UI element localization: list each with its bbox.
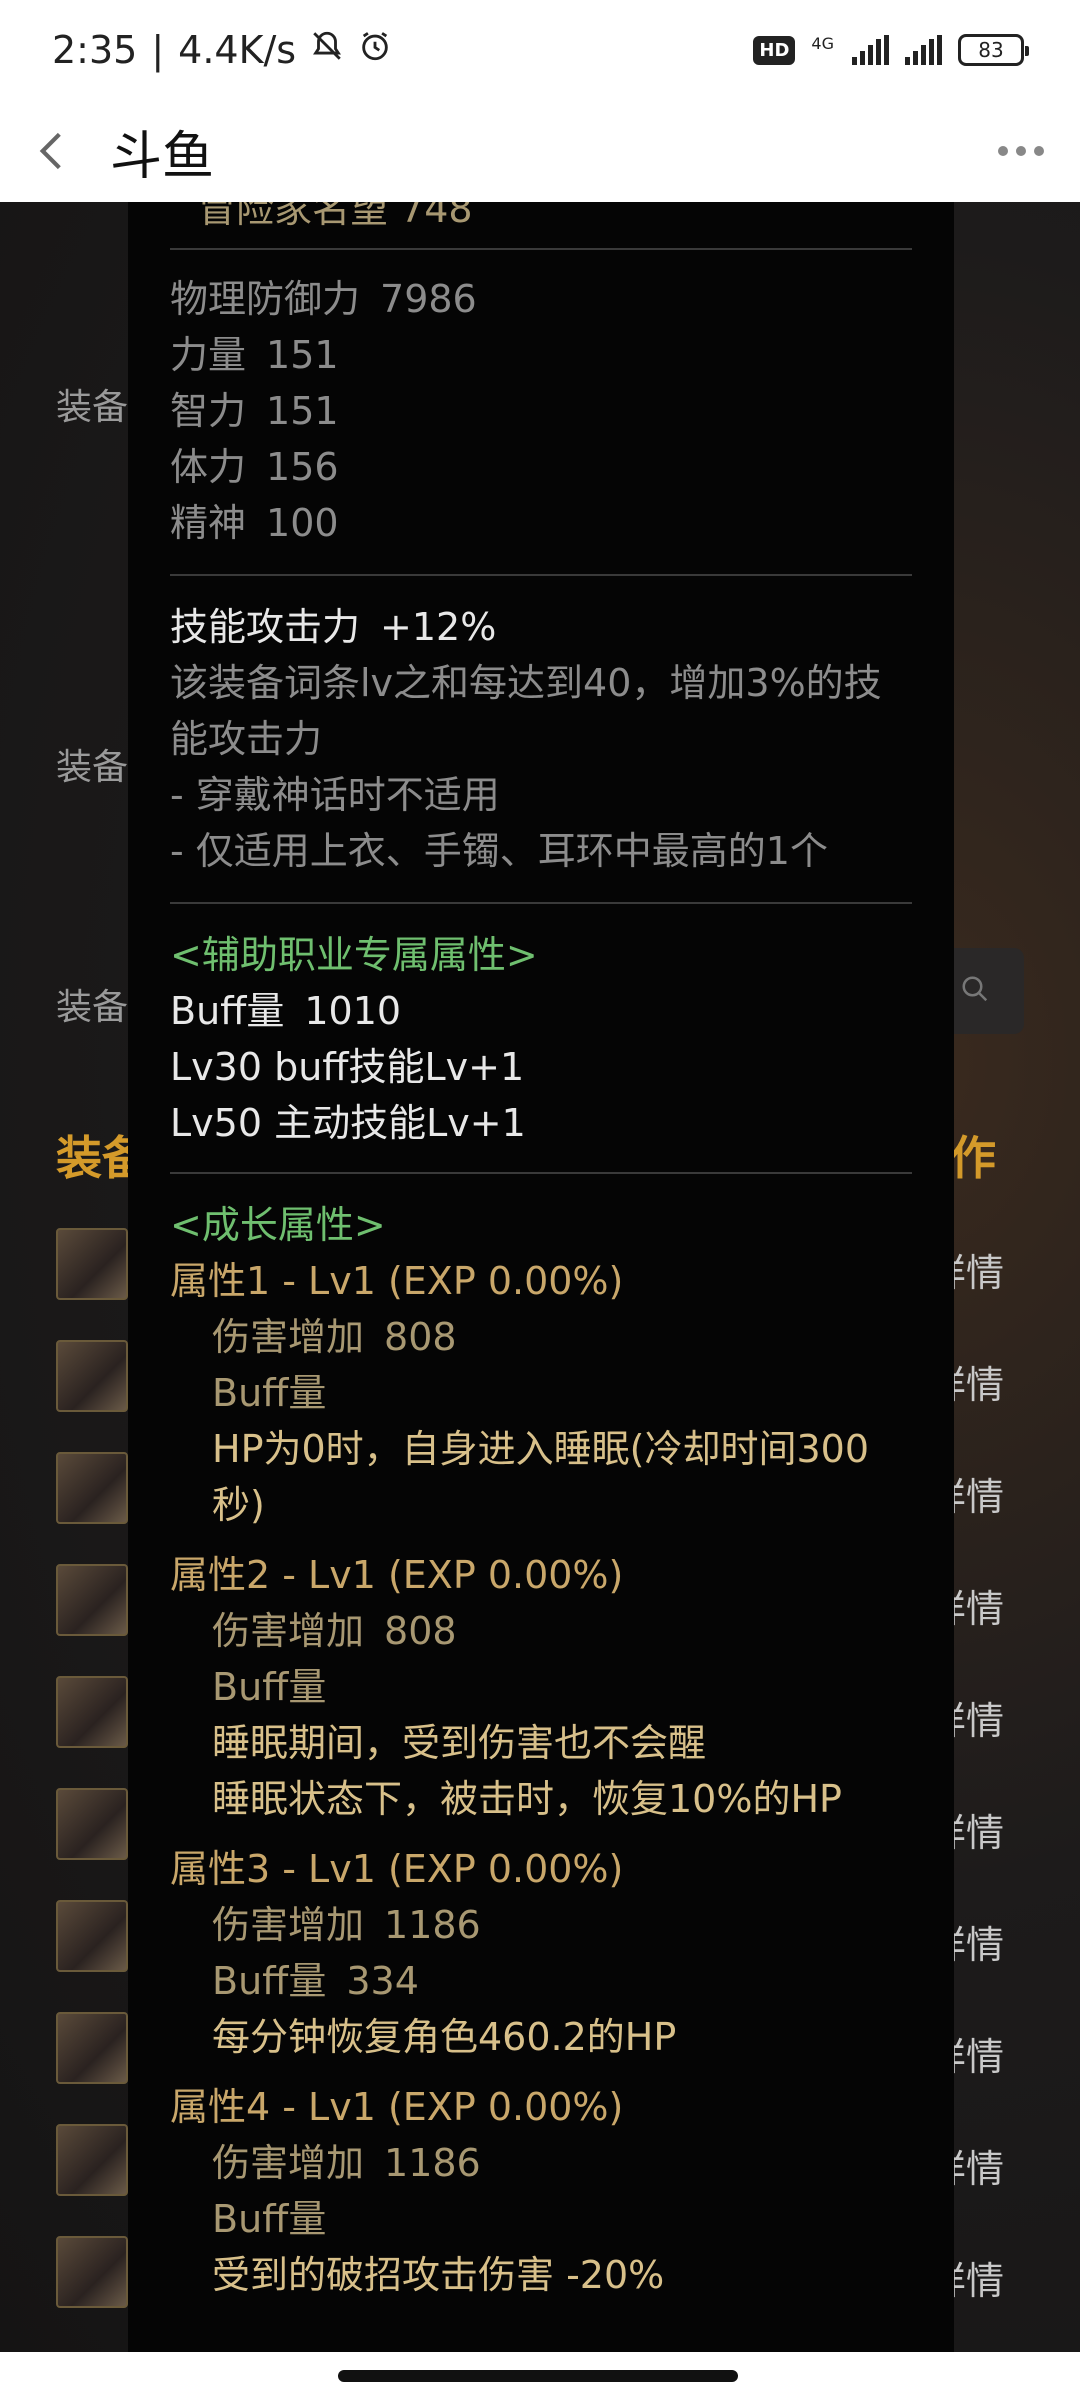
buff-amount-row: Buff量 1010 bbox=[170, 986, 401, 1036]
attr-desc: 睡眠期间，受到伤害也不会醒 bbox=[212, 1721, 707, 1765]
app-header: 斗鱼 bbox=[0, 100, 1080, 202]
stat-label: 智力 bbox=[170, 389, 247, 433]
buff-label: Buff量 bbox=[170, 989, 285, 1033]
attr-desc: 每分钟恢复角色460.2的HP bbox=[212, 2015, 677, 2059]
stat-row: 精神 100 bbox=[170, 498, 339, 548]
attr-damage-row: 伤害增加 1186 bbox=[212, 2138, 481, 2188]
divider bbox=[170, 248, 912, 250]
attr-buff-value: 334 bbox=[346, 1959, 419, 2003]
battery-icon: 83 bbox=[958, 34, 1029, 66]
attr-buff-label: Buff量 bbox=[212, 1959, 327, 2003]
bg-section-heading-right: 作 bbox=[950, 1131, 996, 1185]
signal-icon-2 bbox=[905, 35, 942, 65]
status-time: 2:35 bbox=[52, 28, 138, 72]
support-heading: <辅助职业专属属性> bbox=[170, 933, 538, 977]
growth-heading: <成长属性> bbox=[170, 1203, 386, 1247]
divider bbox=[170, 902, 912, 904]
attr-desc: 秒) bbox=[212, 1483, 265, 1527]
stat-value: 151 bbox=[266, 333, 339, 377]
attr-damage-value: 1186 bbox=[384, 1903, 481, 1947]
item-tooltip-panel: 冒险家名望 748 物理防御力 7986 力量 151 智力 151 体力 156 精神… bbox=[128, 202, 954, 2352]
skill-note-2: - 仅适用上衣、手镯、耳环中最高的1个 bbox=[170, 829, 828, 873]
stat-value: 100 bbox=[266, 501, 339, 545]
attr-title: 属性2 - Lv1 (EXP 0.00%) bbox=[170, 1553, 624, 1597]
equipment-icon[interactable] bbox=[56, 2236, 128, 2308]
attr-damage-row: 伤害增加 1186 bbox=[212, 1900, 481, 1950]
divider bbox=[170, 1172, 912, 1174]
battery-level: 83 bbox=[978, 38, 1004, 62]
attr-desc: HP为0时，自身进入睡眠(冷却时间300 bbox=[212, 1427, 870, 1471]
tooltip-top-cut-text: 冒险家名望 748 bbox=[198, 202, 473, 231]
bg-equip-label-1: 装备 bbox=[56, 387, 129, 428]
bg-equip-label-2: 装备 bbox=[56, 747, 129, 788]
stat-value: 151 bbox=[266, 389, 339, 433]
attr-title: 属性1 - Lv1 (EXP 0.00%) bbox=[170, 1259, 624, 1303]
attr-damage-value: 808 bbox=[384, 1315, 457, 1359]
skill-desc-line-2: 能攻击力 bbox=[170, 717, 323, 761]
equipment-icon[interactable] bbox=[56, 2124, 128, 2196]
attr-desc: 睡眠状态下，被击时，恢复10%的HP bbox=[212, 1777, 842, 1821]
home-indicator[interactable] bbox=[338, 2370, 738, 2382]
alarm-clock-icon bbox=[358, 28, 392, 72]
attr-damage-label: 伤害增加 bbox=[212, 2141, 365, 2185]
attr-damage-value: 1186 bbox=[384, 2141, 481, 2185]
equipment-icon[interactable] bbox=[56, 1452, 128, 1524]
attr-buff-row: Buff量 334 bbox=[212, 1956, 419, 2006]
hd-badge: HD bbox=[753, 35, 796, 65]
attr-damage-label: 伤害增加 bbox=[212, 1315, 365, 1359]
status-left: 2:35 | 4.4K/s bbox=[52, 28, 392, 72]
stat-label: 体力 bbox=[170, 445, 247, 489]
buff-value: 1010 bbox=[304, 989, 402, 1033]
status-right: HD 4G 83 bbox=[753, 34, 1029, 66]
stat-row: 体力 156 bbox=[170, 442, 339, 492]
skill-attack-label: 技能攻击力 bbox=[170, 605, 361, 649]
stat-value: 7986 bbox=[380, 277, 477, 321]
more-options-icon[interactable] bbox=[998, 146, 1044, 156]
attr-damage-label: 伤害增加 bbox=[212, 1903, 365, 1947]
divider bbox=[170, 574, 912, 576]
attr-damage-value: 808 bbox=[384, 1609, 457, 1653]
attr-damage-label: 伤害增加 bbox=[212, 1609, 365, 1653]
stat-value: 156 bbox=[266, 445, 339, 489]
search-icon bbox=[960, 974, 990, 1008]
status-bar: 2:35 | 4.4K/s HD 4G 83 bbox=[0, 0, 1080, 100]
page-title: 斗鱼 bbox=[110, 126, 215, 187]
attr-title: 属性4 - Lv1 (EXP 0.00%) bbox=[170, 2085, 624, 2129]
skill-note-1: - 穿戴神话时不适用 bbox=[170, 773, 500, 817]
stat-row: 智力 151 bbox=[170, 386, 339, 436]
skill-attack-value: +12% bbox=[380, 605, 497, 649]
attr-buff: Buff量 bbox=[212, 1371, 327, 1415]
skill-desc-line-1: 该装备词条lv之和每达到40，增加3%的技 bbox=[170, 661, 882, 705]
equipment-icon[interactable] bbox=[56, 1900, 128, 1972]
equipment-icon[interactable] bbox=[56, 1340, 128, 1412]
skill-attack-row: 技能攻击力 +12% bbox=[170, 602, 496, 652]
status-separator: | bbox=[151, 28, 165, 72]
equipment-icon[interactable] bbox=[56, 2012, 128, 2084]
signal-icon bbox=[852, 35, 889, 65]
stat-label: 物理防御力 bbox=[170, 277, 361, 321]
attr-buff: Buff量 bbox=[212, 1665, 327, 1709]
attr-damage-row: 伤害增加 808 bbox=[212, 1606, 457, 1656]
stat-row: 物理防御力 7986 bbox=[170, 274, 477, 324]
mute-bell-icon bbox=[310, 28, 344, 72]
equipment-icon[interactable] bbox=[56, 1788, 128, 1860]
attr-desc: 受到的破招攻击伤害 -20% bbox=[212, 2253, 665, 2297]
back-arrow-icon[interactable] bbox=[36, 131, 76, 171]
network-type: 4G bbox=[811, 34, 834, 53]
stat-label: 力量 bbox=[170, 333, 247, 377]
equipment-icon[interactable] bbox=[56, 1228, 128, 1300]
equipment-icon[interactable] bbox=[56, 1676, 128, 1748]
status-speed: 4.4K/s bbox=[178, 28, 297, 72]
attr-damage-row: 伤害增加 808 bbox=[212, 1312, 457, 1362]
equipment-icon[interactable] bbox=[56, 1564, 128, 1636]
bg-equip-label-3: 装备 bbox=[56, 987, 129, 1028]
attr-buff: Buff量 bbox=[212, 2197, 327, 2241]
lv30-skill: Lv30 buff技能Lv+1 bbox=[170, 1045, 525, 1089]
lv50-skill: Lv50 主动技能Lv+1 bbox=[170, 1101, 526, 1145]
attr-title: 属性3 - Lv1 (EXP 0.00%) bbox=[170, 1847, 624, 1891]
stat-label: 精神 bbox=[170, 501, 247, 545]
stat-row: 力量 151 bbox=[170, 330, 339, 380]
